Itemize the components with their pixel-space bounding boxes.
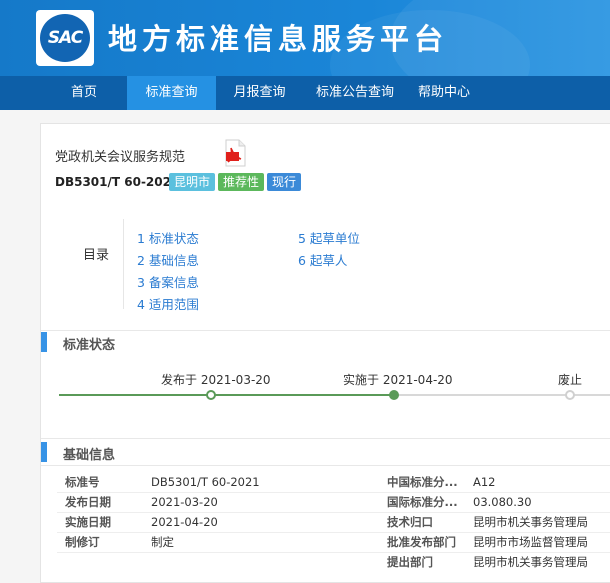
info-key: 发布日期 (65, 495, 111, 509)
toc-label: 目录 (83, 248, 110, 263)
type-badge: 推荐性 (218, 173, 265, 191)
toc-column-left: 1 标准状态 2 基础信息 3 备案信息 4 适用范围 (137, 228, 199, 316)
section-marker (41, 332, 47, 352)
standard-detail-card: 党政机关会议服务规范 DB5301/T 60-2021 昆明市 推荐性 现行 目… (40, 123, 610, 583)
info-value: 昆明市市场监督管理局 (473, 535, 588, 549)
info-key (65, 552, 151, 572)
info-row: 实施日期 2021-04-20 技术归口 昆明市机关事务管理局 (65, 512, 588, 532)
nav-home[interactable]: 首页 (41, 76, 127, 110)
toc-divider (123, 219, 124, 309)
section-divider (41, 438, 610, 439)
info-key: 实施日期 (65, 515, 111, 529)
toc-link-drafter[interactable]: 6 起草人 (298, 250, 360, 272)
nav-help-center[interactable]: 帮助中心 (407, 76, 481, 110)
logo-emblem: SAC (40, 14, 90, 62)
toc-link-drafting-unit[interactable]: 5 起草单位 (298, 228, 360, 250)
timeline-dot-implement (389, 390, 399, 400)
info-value: 2021-03-20 (151, 495, 218, 509)
status-badges: 昆明市 推荐性 现行 (169, 173, 302, 191)
pdf-icon[interactable] (223, 139, 247, 167)
info-value: 昆明市机关事务管理局 (473, 555, 588, 569)
toc-link-basic[interactable]: 2 基础信息 (137, 250, 199, 272)
toc-link-status[interactable]: 1 标准状态 (137, 228, 199, 250)
timeline-dot-publish (206, 390, 216, 400)
toc-link-filing[interactable]: 3 备案信息 (137, 272, 199, 294)
info-value: 2021-04-20 (151, 515, 218, 529)
info-key: 制修订 (65, 535, 100, 549)
info-value (151, 552, 387, 572)
standard-code: DB5301/T 60-2021 (55, 175, 180, 189)
section-marker (41, 442, 47, 462)
state-badge: 现行 (267, 173, 302, 191)
timeline-progress (59, 394, 395, 396)
timeline-abolish-label: 废止 (558, 373, 583, 387)
section-title-basic: 基础信息 (63, 448, 116, 463)
info-row: 发布日期 2021-03-20 国际标准分... 03.080.30 (65, 492, 532, 512)
section-divider (41, 465, 610, 466)
section-title-status: 标准状态 (63, 338, 116, 353)
section-divider (41, 330, 610, 331)
info-key: 国际标准分... (387, 495, 458, 509)
timeline-dot-abolish (565, 390, 575, 400)
info-key: 标准号 (65, 475, 100, 489)
timeline-implement-label: 实施于 2021-04-20 (343, 373, 453, 387)
logo-text: SAC (47, 28, 83, 48)
info-value: 制定 (151, 535, 174, 549)
standard-title: 党政机关会议服务规范 (55, 150, 186, 165)
info-key: 技术归口 (387, 515, 433, 529)
info-row: 提出部门 昆明市机关事务管理局 (65, 552, 588, 572)
info-key: 批准发布部门 (387, 535, 456, 549)
info-row: 标准号 DB5301/T 60-2021 中国标准分... A12 (65, 472, 496, 492)
info-value: A12 (473, 475, 496, 489)
info-row: 制修订 制定 批准发布部门 昆明市市场监督管理局 (65, 532, 588, 552)
main-nav: 首页 标准查询 月报查询 标准公告查询 帮助中心 (0, 76, 610, 110)
info-value: 昆明市机关事务管理局 (473, 515, 588, 529)
timeline-publish-label: 发布于 2021-03-20 (161, 373, 271, 387)
site-title: 地方标准信息服务平台 (108, 22, 449, 56)
info-key: 提出部门 (387, 555, 433, 569)
info-value: DB5301/T 60-2021 (151, 475, 260, 489)
timeline-remaining (395, 394, 610, 396)
toc-link-scope[interactable]: 4 适用范围 (137, 294, 199, 316)
info-value: 03.080.30 (473, 495, 532, 509)
region-badge: 昆明市 (169, 173, 216, 191)
info-key: 中国标准分... (387, 475, 458, 489)
nav-announcement-search[interactable]: 标准公告查询 (303, 76, 407, 110)
sac-logo[interactable]: SAC (36, 10, 94, 66)
nav-standard-search[interactable]: 标准查询 (127, 76, 216, 110)
site-header: SAC 地方标准信息服务平台 (0, 0, 610, 76)
toc-column-right: 5 起草单位 6 起草人 (298, 228, 360, 272)
nav-monthly-report[interactable]: 月报查询 (216, 76, 303, 110)
